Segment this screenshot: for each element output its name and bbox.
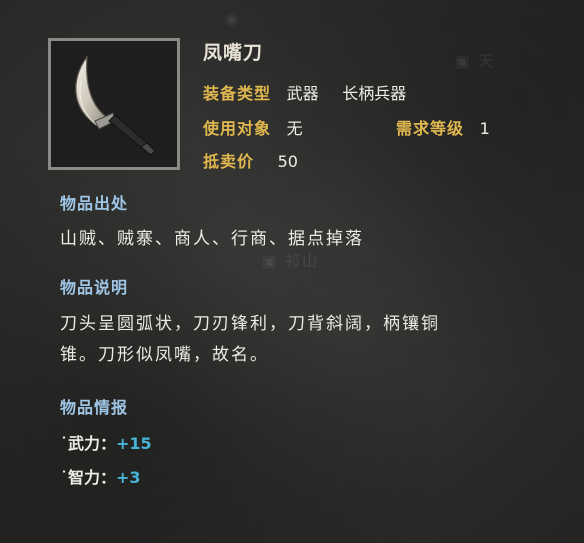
equip-type-row: 装备类型 武器 长柄兵器 bbox=[203, 80, 406, 104]
user-value: 无 bbox=[286, 119, 303, 138]
price-label: 抵卖价 bbox=[203, 152, 255, 171]
description-line-2: 锥。刀形似凤嘴，故名。 bbox=[60, 345, 269, 365]
intel-title: 物品情报 bbox=[60, 398, 129, 417]
stat-label: ˙智力： bbox=[60, 468, 117, 487]
req-level-row: 需求等级 1 bbox=[396, 115, 490, 139]
map-watermark: ▣ 天 bbox=[455, 52, 495, 70]
req-level-label: 需求等级 bbox=[396, 119, 465, 138]
source-title: 物品出处 bbox=[60, 194, 129, 213]
stat-label: ˙武力： bbox=[60, 434, 117, 453]
stat-force: ˙武力：+15 bbox=[60, 430, 152, 454]
stat-value: +15 bbox=[116, 434, 152, 453]
price-value: 50 bbox=[277, 152, 298, 171]
source-text: 山贼、贼寨、商人、行商、据点掉落 bbox=[60, 229, 364, 249]
price-row: 抵卖价 50 bbox=[203, 148, 298, 172]
item-name: 凤嘴刀 bbox=[203, 42, 264, 64]
stat-value: +3 bbox=[116, 468, 141, 487]
item-icon-frame bbox=[48, 38, 180, 170]
user-label: 使用对象 bbox=[203, 119, 272, 138]
description-title: 物品说明 bbox=[60, 278, 129, 297]
crescent-blade-icon bbox=[51, 41, 177, 167]
equip-type-label: 装备类型 bbox=[203, 84, 272, 103]
stat-intellect: ˙智力：+3 bbox=[60, 464, 141, 488]
description-line-1: 刀头呈圆弧状，刀刃锋利，刀背斜阔，柄镶铜 bbox=[60, 314, 440, 334]
user-row: 使用对象 无 bbox=[203, 115, 303, 139]
equip-subtype-value: 长柄兵器 bbox=[342, 84, 407, 103]
req-level-value: 1 bbox=[479, 119, 490, 138]
equip-type-value: 武器 bbox=[286, 84, 319, 103]
map-watermark: ◉ bbox=[225, 10, 241, 28]
